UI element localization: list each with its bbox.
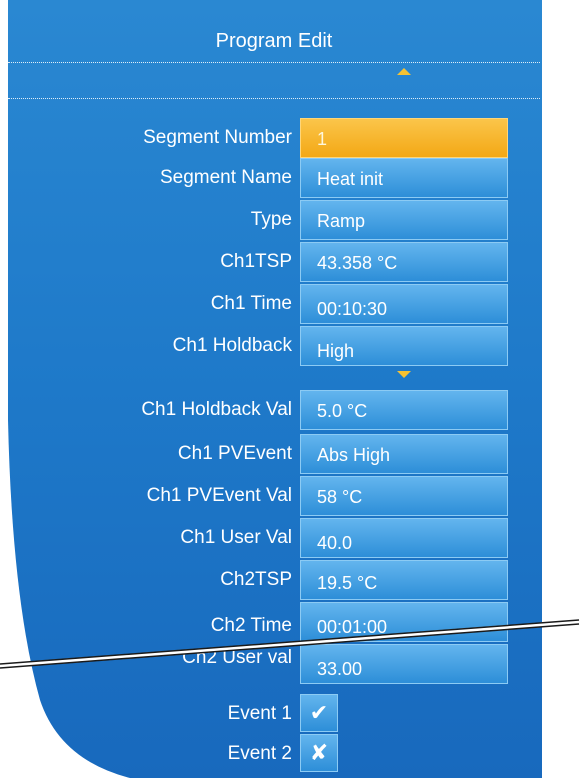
- break-line: [0, 619, 580, 669]
